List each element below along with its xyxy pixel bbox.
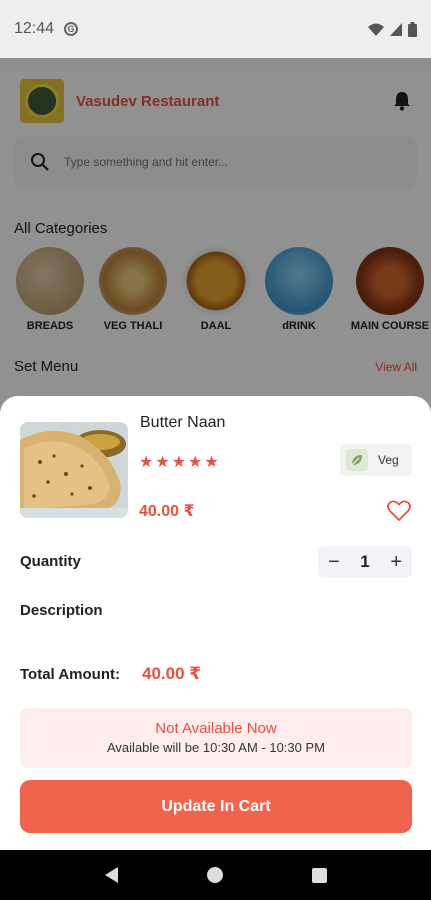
- total-amount-value: 40.00 ₹: [142, 664, 202, 683]
- product-price: 40.00 ₹: [139, 503, 195, 520]
- leaf-icon: [346, 449, 368, 471]
- recent-apps-icon[interactable]: [311, 867, 327, 883]
- decrement-button[interactable]: −: [328, 552, 340, 572]
- signal-icon: [390, 22, 402, 36]
- status-time: 12:44: [14, 20, 55, 37]
- battery-icon: [408, 21, 417, 37]
- product-name: Butter Naan: [140, 414, 226, 431]
- veg-badge: Veg: [340, 444, 412, 476]
- total-amount-label: Total Amount:: [20, 666, 120, 683]
- product-image: [20, 422, 128, 518]
- availability-hours: Available will be 10:30 AM - 10:30 PM: [107, 740, 325, 755]
- update-cart-button[interactable]: Update In Cart: [20, 780, 412, 833]
- availability-notice: Not Available Now Available will be 10:3…: [20, 708, 412, 768]
- status-icons: [368, 21, 417, 37]
- status-bar: 12:44 G: [0, 0, 431, 58]
- system-nav-bar: [0, 850, 431, 900]
- back-icon[interactable]: [104, 867, 118, 883]
- quantity-label: Quantity: [20, 553, 81, 570]
- google-notification-icon: G: [64, 22, 79, 36]
- quantity-value: 1: [360, 552, 370, 571]
- description-label: Description: [20, 602, 103, 619]
- wifi-icon: [368, 23, 384, 36]
- availability-title: Not Available Now: [155, 720, 277, 737]
- product-bottom-sheet: Butter Naan ★★★★★ Veg 40.00 ₹ Quantity −…: [0, 396, 431, 850]
- heart-outline-icon[interactable]: [387, 500, 411, 522]
- home-icon[interactable]: [206, 867, 223, 883]
- veg-label: Veg: [378, 453, 399, 467]
- quantity-stepper: − 1 +: [318, 546, 412, 578]
- increment-button[interactable]: +: [390, 552, 402, 572]
- rating-stars: ★★★★★: [139, 454, 221, 471]
